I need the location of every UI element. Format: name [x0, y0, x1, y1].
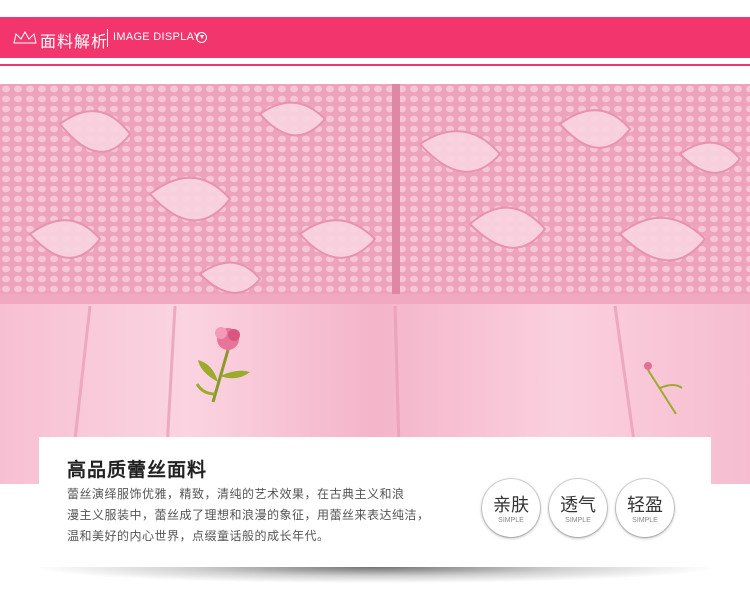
description-line: 漫主义服装中，蕾丝成了理想和浪漫的象征，用蕾丝来表达纯洁， — [67, 508, 430, 522]
feature-badge-skin-friendly: 亲肤 SIMPLE — [482, 479, 540, 537]
section-subtitle: IMAGE DISPLAY — [113, 31, 202, 43]
feature-label: 轻盈 — [627, 495, 663, 516]
header-underline — [0, 64, 750, 66]
feature-badge-lightweight: 轻盈 SIMPLE — [616, 479, 674, 537]
feature-sublabel: SIMPLE — [498, 517, 524, 524]
feature-label: 透气 — [560, 495, 596, 516]
chevron-down-circle-icon — [196, 32, 207, 43]
feature-label: 亲肤 — [493, 495, 529, 516]
fabric-photo — [0, 84, 750, 484]
feature-badge-breathable: 透气 SIMPLE — [549, 479, 607, 537]
section-title: 面料解析 — [40, 32, 109, 51]
fabric-description: 蕾丝演绎服饰优雅，精致，清纯的艺术效果，在古典主义和浪 漫主义服装中，蕾丝成了理… — [67, 484, 437, 547]
card-shadow — [39, 567, 711, 583]
fabric-title: 高品质蕾丝面料 — [67, 459, 208, 481]
crown-icon — [13, 31, 37, 44]
lace-dress-image — [0, 84, 750, 484]
description-line: 温和美好的内心世界，点缀童话般的成长年代。 — [67, 529, 330, 543]
title-divider — [107, 29, 108, 47]
feature-sublabel: SIMPLE — [632, 517, 658, 524]
description-line: 蕾丝演绎服饰优雅，精致，清纯的艺术效果，在古典主义和浪 — [67, 487, 405, 501]
feature-sublabel: SIMPLE — [565, 517, 591, 524]
